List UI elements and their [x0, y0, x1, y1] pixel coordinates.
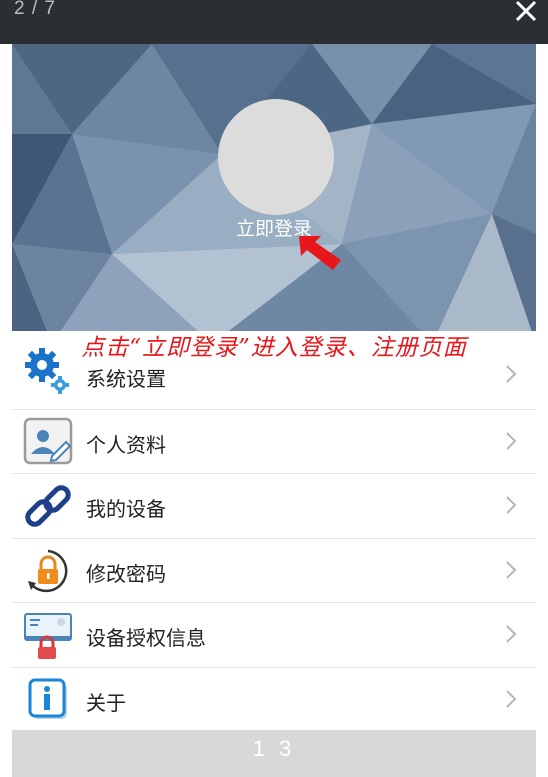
chevron-right-icon	[506, 431, 517, 450]
page-numbers: 1 3	[252, 736, 296, 761]
menu-item-label: 修改密码	[86, 561, 166, 586]
menu-item-label: 系统设置	[86, 367, 166, 391]
profile-card-icon	[22, 416, 74, 468]
chevron-right-icon	[506, 560, 517, 579]
menu-item-label: 我的设备	[86, 497, 166, 521]
login-now-link[interactable]: 立即登录	[12, 214, 536, 241]
viewer-top-bar: 2 / 7	[0, 0, 548, 44]
menu-item-system-settings[interactable]: 系统设置	[12, 345, 536, 410]
close-icon[interactable]	[508, 0, 544, 26]
menu-item-label: 设备授权信息	[86, 626, 206, 650]
left-gutter	[0, 44, 12, 777]
menu-item-label: 关于	[86, 690, 126, 715]
page-counter: 2 / 7	[14, 0, 56, 19]
settings-menu: 系统设置 个人资料 我的设备 修改密码 设备授权信息 关于	[12, 345, 536, 732]
viewer-bottom-bar: 1 3	[12, 730, 536, 777]
menu-item-about[interactable]: 关于	[12, 668, 536, 732]
chain-link-icon	[22, 480, 74, 532]
chevron-right-icon	[506, 365, 517, 383]
chevron-right-icon	[506, 689, 517, 708]
menu-item-change-password[interactable]: 修改密码	[12, 539, 536, 603]
profile-header: 立即登录	[12, 44, 536, 344]
pointer-arrow-icon	[299, 236, 341, 270]
padlock-refresh-icon	[22, 545, 74, 597]
right-gutter	[536, 44, 548, 777]
menu-item-my-devices[interactable]: 我的设备	[12, 474, 536, 539]
chevron-right-icon	[506, 496, 517, 514]
chevron-right-icon	[506, 625, 517, 643]
menu-item-device-authorization[interactable]: 设备授权信息	[12, 603, 536, 668]
avatar[interactable]	[218, 99, 334, 215]
device-auth-lock-icon	[22, 609, 74, 661]
gears-icon	[22, 345, 74, 397]
menu-item-personal-info[interactable]: 个人资料	[12, 410, 536, 474]
menu-item-label: 个人资料	[86, 432, 166, 457]
info-icon	[22, 674, 74, 726]
